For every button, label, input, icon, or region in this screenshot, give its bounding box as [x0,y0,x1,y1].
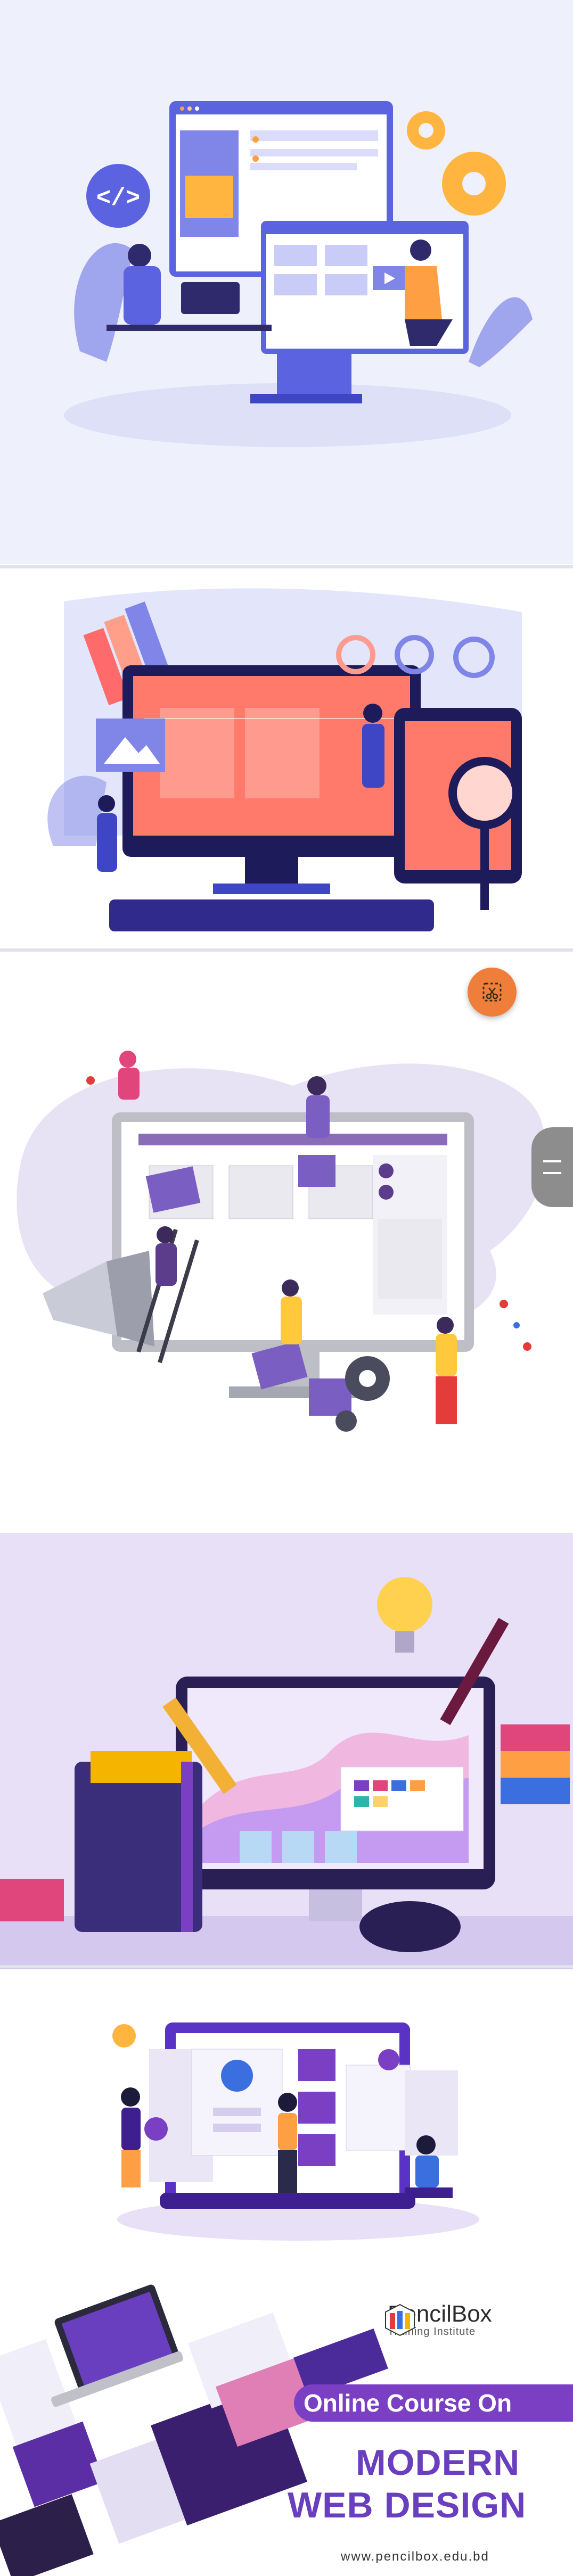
flat-team-scene [112,2022,479,2241]
course-banner: PencilBox Training Institute [0,2283,573,2576]
web-dev-illustration-1: </> [0,0,573,564]
code-badge-text: </> [96,185,141,212]
developers-scene: </> [64,101,533,447]
web-dev-illustration-5 [0,1969,573,2278]
web-dev-illustration-4 [0,1533,573,1969]
ribbon-text: Online Course On [304,2389,512,2417]
pencilbox-logo-icon [385,2303,415,2336]
headline-line-2: WEB DESIGN [288,2485,527,2525]
desktop-design-scene [0,1533,573,1969]
web-dev-illustration-2 [0,569,573,953]
side-drag-handle[interactable] [531,1127,573,1207]
headline-line-1: MODERN [356,2442,520,2483]
website-url: www.pencilbox.edu.bd [341,2549,489,2564]
team-website-scene [17,1051,547,1432]
screenshot-crop-button[interactable] [468,968,517,1017]
design-monitor-scene [47,588,522,931]
brand-logo: PencilBox Training Institute [382,2302,492,2338]
drag-handle-icon [543,1160,561,1174]
scissors-crop-icon [482,982,502,1002]
web-dev-illustration-3 [0,953,573,1528]
